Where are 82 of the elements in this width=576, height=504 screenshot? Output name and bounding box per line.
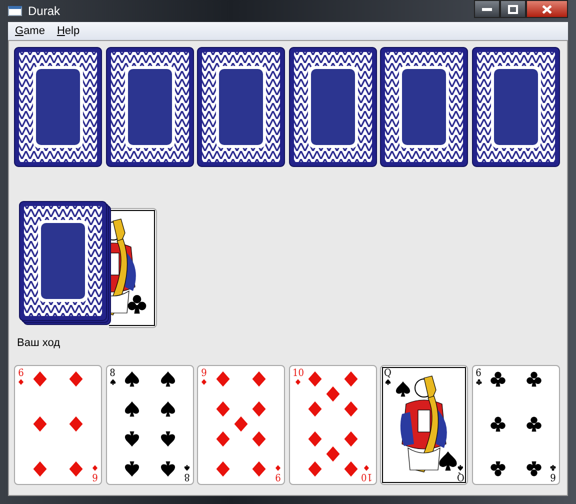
diamond-icon bbox=[342, 461, 358, 477]
diamond-icon bbox=[201, 379, 207, 385]
window-title: Durak bbox=[28, 4, 62, 18]
spade-icon bbox=[124, 461, 140, 477]
playing-card[interactable] bbox=[109, 208, 157, 328]
club-icon bbox=[550, 465, 556, 471]
playing-card[interactable]: 8 8 bbox=[106, 365, 194, 485]
spade-icon bbox=[384, 379, 391, 385]
card-rank: 6 bbox=[476, 369, 482, 379]
diamond-icon bbox=[68, 371, 84, 387]
card-rank: 6 bbox=[550, 471, 556, 481]
spade-icon bbox=[160, 401, 176, 417]
club-icon bbox=[490, 461, 506, 477]
menu-item[interactable]: Help bbox=[52, 24, 84, 38]
diamond-icon bbox=[275, 465, 281, 471]
club-icon bbox=[526, 461, 542, 477]
spade-icon bbox=[395, 381, 411, 397]
spade-icon bbox=[110, 379, 116, 385]
diamond-icon bbox=[68, 461, 84, 477]
card-rank: 6 bbox=[92, 471, 98, 481]
diamond-icon bbox=[251, 431, 267, 447]
diamond-icon bbox=[32, 416, 48, 432]
card-rank: 6 bbox=[18, 369, 24, 379]
diamond-icon bbox=[306, 461, 322, 477]
maximize-button[interactable] bbox=[500, 0, 526, 18]
club-icon bbox=[490, 371, 506, 387]
playing-card[interactable]: Q Q bbox=[380, 365, 468, 485]
status-text: Ваш ход bbox=[17, 337, 62, 351]
diamond-icon bbox=[32, 461, 48, 477]
card-rank: Q bbox=[456, 471, 464, 481]
playing-card[interactable]: 6 6 bbox=[14, 365, 102, 485]
diamond-icon bbox=[251, 371, 267, 387]
diamond-icon bbox=[251, 401, 267, 417]
card-rank: 9 bbox=[201, 369, 207, 379]
card-rank: 9 bbox=[275, 471, 281, 481]
card-rank: 10 bbox=[361, 471, 372, 481]
club-icon bbox=[490, 416, 506, 432]
spade-icon bbox=[124, 401, 140, 417]
minimize-button[interactable] bbox=[474, 0, 500, 18]
menu-item[interactable]: Game bbox=[11, 24, 49, 38]
diamond-icon bbox=[68, 416, 84, 432]
diamond-icon bbox=[364, 465, 370, 471]
spade-icon bbox=[124, 431, 140, 447]
diamond-icon bbox=[295, 379, 302, 385]
app-icon bbox=[8, 6, 22, 16]
diamond-icon bbox=[306, 371, 322, 387]
diamond-icon bbox=[324, 446, 340, 462]
playing-card[interactable]: 6 6 bbox=[472, 365, 560, 485]
diamond-icon bbox=[251, 461, 267, 477]
diamond-icon bbox=[342, 401, 358, 417]
spade-icon bbox=[184, 465, 190, 471]
diamond-icon bbox=[342, 371, 358, 387]
diamond-icon bbox=[32, 371, 48, 387]
card-rank: 8 bbox=[110, 369, 116, 379]
spade-icon bbox=[160, 431, 176, 447]
playing-card[interactable]: 9 9 bbox=[197, 365, 285, 485]
spade-icon bbox=[124, 371, 140, 387]
spade-icon bbox=[160, 461, 176, 477]
maximize-icon bbox=[508, 4, 518, 14]
playing-card[interactable]: 10 10 bbox=[288, 365, 376, 485]
diamond-icon bbox=[306, 431, 322, 447]
club-icon bbox=[526, 371, 542, 387]
club-icon bbox=[476, 379, 482, 385]
diamond-icon bbox=[92, 465, 98, 471]
club-icon bbox=[526, 416, 542, 432]
diamond-icon bbox=[215, 401, 231, 417]
card-rank: 8 bbox=[184, 471, 190, 481]
club-icon bbox=[127, 294, 147, 314]
diamond-icon bbox=[233, 416, 249, 432]
diamond-icon bbox=[18, 379, 24, 385]
diamond-icon bbox=[215, 371, 231, 387]
spade-icon bbox=[160, 371, 176, 387]
minimize-icon bbox=[482, 7, 492, 11]
card-rank: Q bbox=[384, 369, 392, 379]
diamond-icon bbox=[324, 386, 340, 402]
diamond-icon bbox=[306, 401, 322, 417]
close-icon bbox=[542, 4, 552, 14]
card-rank: 10 bbox=[292, 369, 304, 379]
diamond-icon bbox=[342, 431, 358, 447]
close-button[interactable] bbox=[526, 0, 568, 18]
diamond-icon bbox=[215, 461, 231, 477]
diamond-icon bbox=[215, 431, 231, 447]
